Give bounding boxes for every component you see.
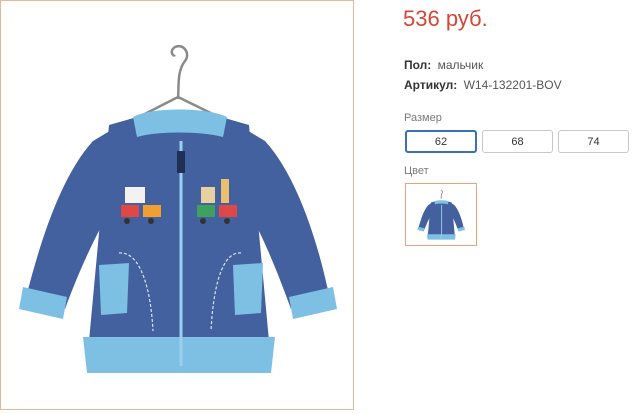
size-label: Размер (404, 112, 442, 124)
sku-row: Артикул: W14-132201-BOV (404, 78, 562, 92)
color-swatch[interactable] (405, 183, 477, 246)
size-option-74[interactable]: 74 (558, 130, 629, 153)
gender-label: Пол: (404, 58, 432, 72)
size-option-62[interactable]: 62 (405, 130, 477, 153)
product-photo[interactable] (0, 0, 354, 410)
size-selector: 62 68 74 (405, 130, 629, 153)
gender-value: мальчик (437, 58, 484, 72)
jacket-image (19, 44, 337, 373)
jacket-thumbnail-icon (417, 190, 465, 240)
sku-value: W14-132201-BOV (463, 78, 562, 92)
gender-row: Пол: мальчик (404, 58, 483, 72)
product-price: 536 руб. (403, 6, 488, 31)
size-option-68[interactable]: 68 (482, 130, 553, 153)
sku-label: Артикул: (404, 78, 458, 92)
color-label: Цвет (404, 165, 429, 177)
